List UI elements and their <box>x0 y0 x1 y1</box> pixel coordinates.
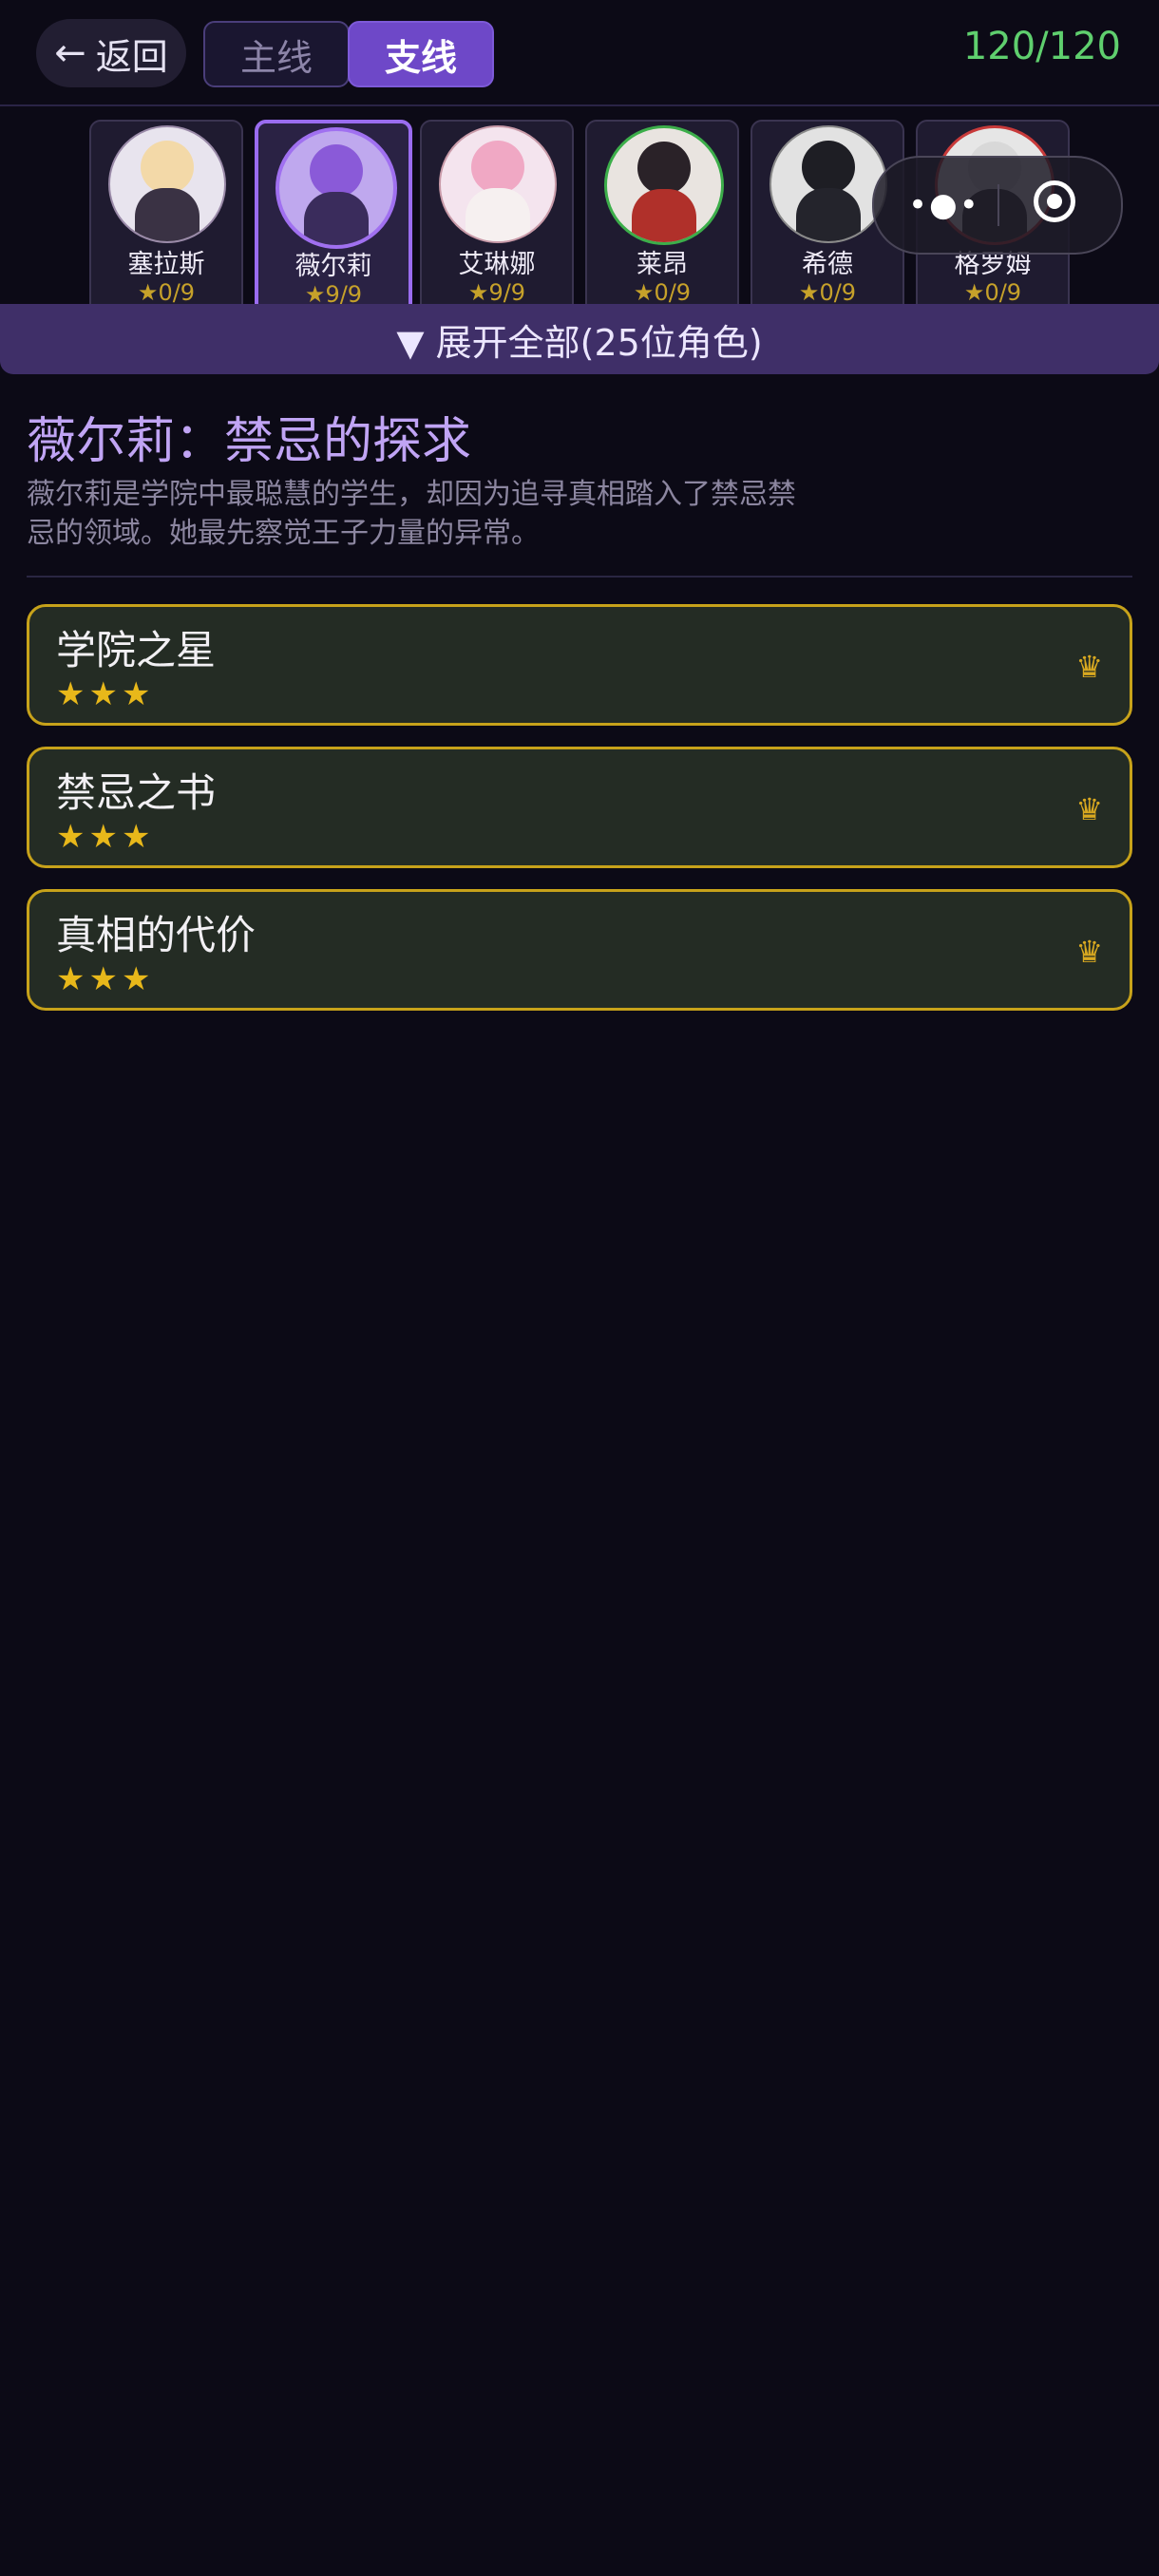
character-star-count: ★9/9 <box>467 279 526 304</box>
character-avatar <box>604 125 724 245</box>
crown-icon: ♛ <box>1075 649 1103 685</box>
story-description: 薇尔莉是学院中最聪慧的学生，却因为追寻真相踏入了禁忌禁忌的领域。她最先察觉王子力… <box>27 478 796 550</box>
expand-all-button[interactable]: ▼ 展开全部(25位角色) <box>0 304 1159 374</box>
character-card-vierli[interactable]: 薇尔莉 ★9/9 <box>255 120 412 304</box>
character-card-elena[interactable]: 艾琳娜 ★9/9 <box>420 120 574 304</box>
character-avatar <box>108 125 226 243</box>
character-name: 薇尔莉 <box>294 252 372 281</box>
chapter-name: 真相的代价 <box>56 912 256 958</box>
back-label: 返回 <box>95 35 168 78</box>
section-divider <box>27 576 1132 578</box>
miniprogram-capsule[interactable]: •●• <box>872 156 1123 255</box>
story-title: 薇尔莉：禁忌的探求 <box>27 413 472 470</box>
character-card-leon[interactable]: 莱昂 ★0/9 <box>585 120 739 304</box>
chapter-card[interactable]: 禁忌之书 ★★★ ♛ <box>27 747 1132 868</box>
character-star-count: ★0/9 <box>798 279 857 304</box>
crown-icon: ♛ <box>1075 791 1103 827</box>
crown-icon: ♛ <box>1075 934 1103 970</box>
character-avatar <box>276 127 397 249</box>
capsule-divider <box>998 184 999 226</box>
character-star-count: ★0/9 <box>963 279 1022 304</box>
more-options-icon[interactable]: •●• <box>908 186 980 224</box>
character-name: 希德 <box>802 250 853 279</box>
character-star-count: ★0/9 <box>633 279 692 304</box>
close-target-icon[interactable] <box>1034 180 1075 222</box>
completion-counter: 120/120 <box>962 25 1121 68</box>
chapter-name: 禁忌之书 <box>56 769 217 816</box>
chapter-stars: ★★★ <box>56 960 155 998</box>
character-star-count: ★0/9 <box>137 279 196 304</box>
tab-main-story[interactable]: 主线 <box>203 21 350 87</box>
back-arrow-icon: ← <box>54 31 86 75</box>
tab-side-story[interactable]: 支线 <box>348 21 494 87</box>
character-name: 莱昂 <box>636 250 688 279</box>
character-name: 艾琳娜 <box>458 250 536 279</box>
character-avatar <box>770 125 887 243</box>
back-button[interactable]: ← 返回 <box>36 19 186 87</box>
chapter-card[interactable]: 真相的代价 ★★★ ♛ <box>27 889 1132 1011</box>
chapter-stars: ★★★ <box>56 675 155 713</box>
chapter-stars: ★★★ <box>56 818 155 856</box>
character-star-count: ★9/9 <box>304 281 363 304</box>
character-name: 塞拉斯 <box>127 250 205 279</box>
character-avatar <box>439 125 557 243</box>
chapter-card[interactable]: 学院之星 ★★★ ♛ <box>27 604 1132 726</box>
top-bar: ← 返回 主线 支线 120/120 <box>0 0 1159 106</box>
character-card-seras[interactable]: 塞拉斯 ★0/9 <box>89 120 243 304</box>
chapter-name: 学院之星 <box>56 627 217 673</box>
